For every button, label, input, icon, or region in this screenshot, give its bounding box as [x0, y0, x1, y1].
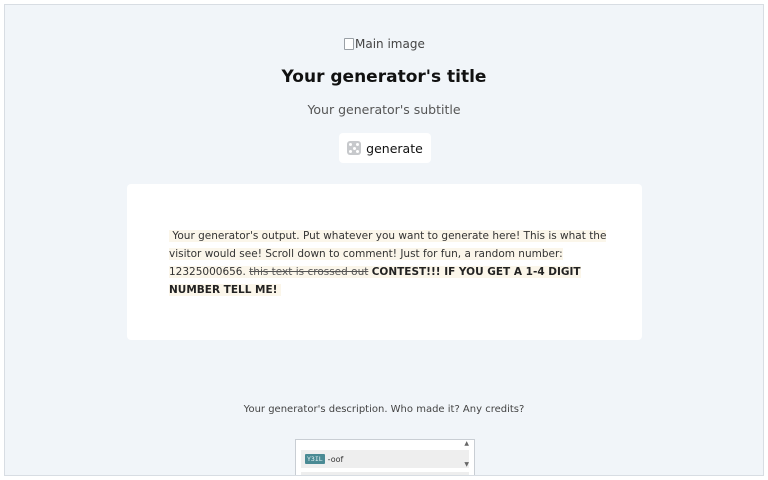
comment-text: -oof — [327, 454, 344, 464]
generate-button-label: generate — [366, 140, 423, 156]
comment-username-badge[interactable]: Y3IL — [305, 454, 325, 464]
comment-item: Y3IL -oof — [301, 450, 469, 468]
generator-output: Your generator's output. Put whatever yo… — [169, 227, 609, 299]
comments-box[interactable]: ▲ Y3IL -oof ▼ — [295, 439, 475, 475]
output-strikethrough: this text is crossed out — [249, 266, 369, 278]
broken-image-icon — [344, 38, 354, 50]
page-frame: Main image Your generator's title Your g… — [4, 4, 764, 476]
output-card: Your generator's output. Put whatever yo… — [127, 184, 642, 340]
page-subtitle: Your generator's subtitle — [307, 102, 461, 117]
main-image: Main image — [344, 37, 425, 51]
dice-icon — [347, 141, 362, 155]
scroll-up-icon[interactable]: ▲ — [464, 440, 469, 447]
scroll-down-icon[interactable]: ▼ — [464, 461, 469, 468]
main-image-alt: Main image — [355, 37, 425, 51]
page-title: Your generator's title — [281, 67, 487, 87]
generate-button[interactable]: generate — [339, 133, 431, 163]
comment-item — [301, 472, 469, 475]
generator-description: Your generator's description. Who made i… — [243, 404, 525, 415]
